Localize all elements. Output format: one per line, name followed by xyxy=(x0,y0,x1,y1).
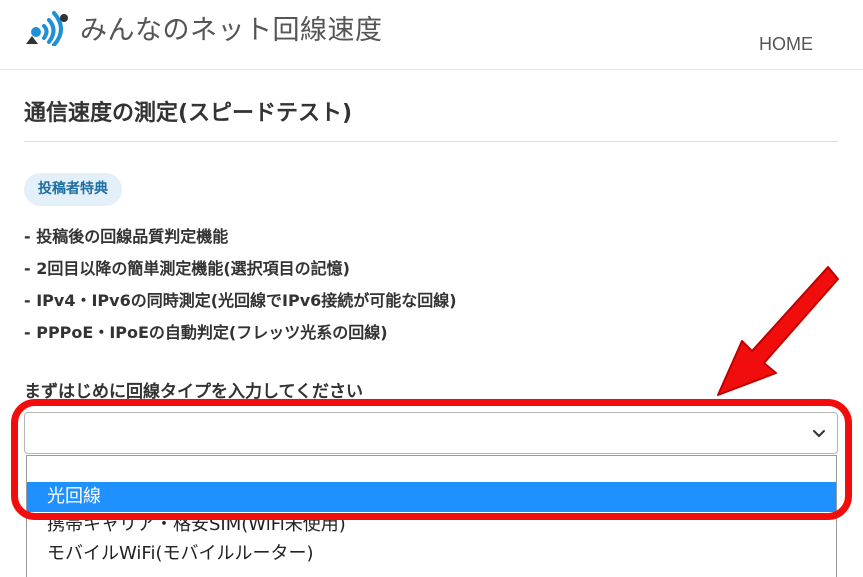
red-arrow-icon xyxy=(717,266,839,396)
page-title: 通信速度の測定(スピードテスト) xyxy=(24,101,353,126)
feature-item: - 2回目以降の簡単測定機能(選択項目の記憶) xyxy=(24,259,350,278)
feature-list: - 投稿後の回線品質判定機能 - 2回目以降の簡単測定機能(選択項目の記憶) -… xyxy=(24,226,457,354)
feature-item: - 投稿後の回線品質判定機能 xyxy=(24,227,229,246)
dropdown-option-mobile-carrier[interactable]: 携帯キャリア・格安SIM(WiFi未使用) xyxy=(27,510,836,540)
site-header: みんなのネット回線速度 HOME xyxy=(0,0,863,70)
chevron-down-icon[interactable] xyxy=(811,425,827,441)
dropdown-option-fiber[interactable]: 光回線 xyxy=(27,482,836,512)
line-type-prompt: まずはじめに回線タイプを入力してください xyxy=(24,382,363,402)
line-type-select[interactable] xyxy=(24,412,838,454)
title-divider xyxy=(24,141,838,142)
dropdown-option-partial[interactable] xyxy=(27,567,836,577)
feature-item: - PPPoE・IPoEの自動判定(フレッツ光系の回線) xyxy=(24,323,388,342)
site-name[interactable]: みんなのネット回線速度 xyxy=(80,8,383,47)
nav-home-link[interactable]: HOME xyxy=(759,34,813,55)
line-type-dropdown: 光回線 携帯キャリア・格安SIM(WiFi未使用) モバイルWiFi(モバイルル… xyxy=(26,455,837,577)
wifi-signal-icon[interactable] xyxy=(22,8,72,46)
contributor-benefits-badge: 投稿者特典 xyxy=(24,173,122,206)
dropdown-option-mobile-wifi[interactable]: モバイルWiFi(モバイルルーター) xyxy=(27,539,836,569)
feature-item: - IPv4・IPv6の同時測定(光回線でIPv6接続が可能な回線) xyxy=(24,291,457,310)
